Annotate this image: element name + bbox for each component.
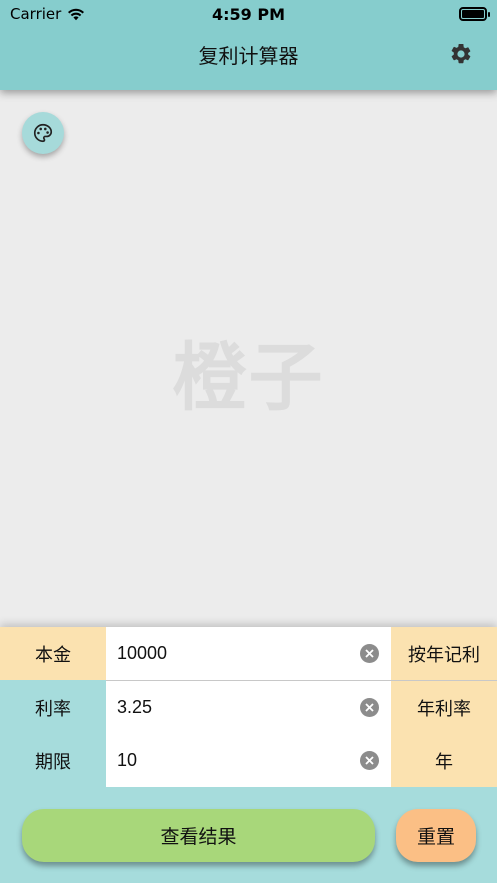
theme-palette-button[interactable] xyxy=(22,112,64,154)
view-result-button[interactable]: 查看结果 xyxy=(22,809,375,862)
principal-label: 本金 xyxy=(0,627,106,680)
clear-principal-button[interactable] xyxy=(360,644,379,663)
status-bar: Carrier 4:59 PM xyxy=(0,0,497,28)
rate-row: 利率 3.25 年利率 xyxy=(0,681,497,734)
clear-icon xyxy=(365,649,374,658)
rate-label: 利率 xyxy=(35,698,71,720)
rate-type-button[interactable]: 年利率 xyxy=(391,681,497,734)
clear-icon xyxy=(365,703,374,712)
wifi-icon xyxy=(68,8,85,21)
rate-input[interactable]: 3.25 xyxy=(106,681,391,734)
carrier-label: Carrier xyxy=(10,5,62,23)
principal-input[interactable]: 10000 xyxy=(106,627,391,680)
gear-icon xyxy=(451,43,471,64)
clear-rate-button[interactable] xyxy=(360,698,379,717)
interest-mode-button[interactable]: 按年记利 xyxy=(391,627,497,680)
principal-value: 10000 xyxy=(117,643,168,663)
page-title: 复利计算器 xyxy=(198,44,299,68)
term-label: 期限 xyxy=(35,751,71,773)
term-row: 期限 10 年 xyxy=(0,734,497,787)
settings-button[interactable] xyxy=(449,42,473,66)
watermark-text: 橙子 xyxy=(172,335,325,421)
principal-row: 本金 10000 按年记利 xyxy=(0,627,497,680)
term-value: 10 xyxy=(117,750,138,770)
palette-icon xyxy=(34,123,53,143)
term-input[interactable]: 10 xyxy=(106,734,391,787)
clear-icon xyxy=(365,756,374,765)
rate-value: 3.25 xyxy=(117,697,153,717)
clear-term-button[interactable] xyxy=(360,751,379,770)
reset-button[interactable]: 重置 xyxy=(396,809,476,862)
term-unit-button[interactable]: 年 xyxy=(391,734,497,787)
battery-icon xyxy=(459,7,490,21)
